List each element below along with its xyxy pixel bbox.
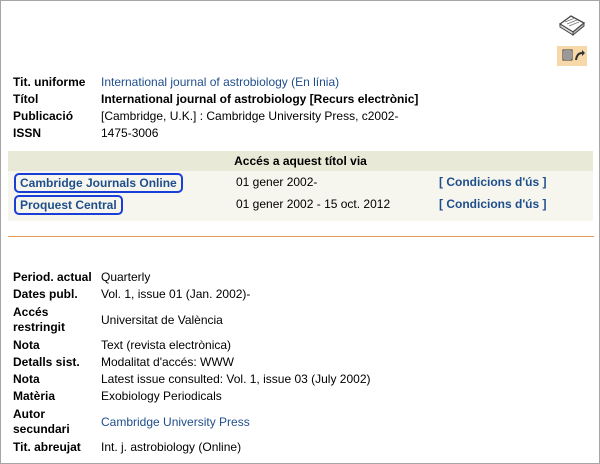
record-title: International journal of astrobiology [R…	[101, 92, 419, 106]
access-date: 01 gener 2002-	[236, 175, 318, 189]
record-details: Period. actual Quarterly Dates publ. Vol…	[13, 269, 371, 456]
book-icon[interactable]	[557, 10, 587, 38]
detail-label-line: Accés	[13, 305, 49, 319]
detail-label: Period. actual	[13, 270, 92, 284]
uniform-title-link[interactable]: International journal of astrobiology (E…	[101, 74, 339, 91]
access-row: Proquest Central 01 gener 2002 - 15 oct.…	[8, 193, 593, 215]
detail-label: Nota	[13, 338, 40, 352]
access-row: Cambridge Journals Online 01 gener 2002-…	[8, 171, 593, 193]
detail-value: Latest issue consulted: Vol. 1, issue 03…	[101, 372, 371, 386]
record-label: Títol	[13, 92, 39, 106]
author-link[interactable]: Cambridge University Press	[101, 415, 250, 430]
detail-label: Autor secundari	[13, 407, 101, 437]
detail-label: Dates publ.	[13, 287, 78, 301]
detail-value: Universitat de València	[101, 312, 223, 327]
record-row: Tit. uniforme International journal of a…	[13, 74, 418, 91]
record-summary: Tit. uniforme International journal of a…	[13, 74, 418, 142]
detail-label-line: restringit	[13, 320, 66, 334]
detail-value: Quarterly	[101, 270, 151, 284]
access-date: 01 gener 2002 - 15 oct. 2012	[236, 197, 391, 211]
record-label: Tit. uniforme	[13, 75, 86, 89]
detail-label-line: Autor	[13, 407, 45, 421]
detail-label: Detalls sist.	[13, 355, 80, 369]
detail-value: Int. j. astrobiology (Online)	[101, 440, 242, 454]
detail-row: Period. actual Quarterly	[13, 269, 371, 286]
detail-row: Autor secundari Cambridge University Pre…	[13, 405, 371, 439]
access-link-proquest[interactable]: Proquest Central	[14, 195, 123, 215]
detail-value: Text (revista electrònica)	[101, 338, 232, 352]
record-label: ISSN	[13, 126, 42, 140]
access-link-cambridge[interactable]: Cambridge Journals Online	[14, 173, 183, 193]
detail-row: Nota Text (revista electrònica)	[13, 337, 371, 354]
detail-row: Dates publ. Vol. 1, issue 01 (Jan. 2002)…	[13, 286, 371, 303]
detail-value: Exobiology Periodicals	[101, 389, 222, 403]
access-panel-title: Accés a aquest títol via	[8, 151, 593, 171]
record-issn: 1475-3006	[101, 126, 159, 140]
record-row: Títol International journal of astrobiol…	[13, 91, 418, 108]
record-label: Publicació	[13, 109, 74, 123]
conditions-link[interactable]: [ Condicions d'ús ]	[439, 197, 547, 211]
detail-row: Detalls sist. Modalitat d'accés: WWW	[13, 354, 371, 371]
detail-row: Tit. abreujat Int. j. astrobiology (Onli…	[13, 439, 371, 456]
catalog-record-frame: Tit. uniforme International journal of a…	[0, 0, 600, 464]
conditions-link[interactable]: [ Condicions d'ús ]	[439, 175, 547, 189]
detail-row: Nota Latest issue consulted: Vol. 1, iss…	[13, 371, 371, 388]
detail-label: Matèria	[13, 389, 56, 403]
detail-label: Nota	[13, 372, 40, 386]
record-publication: [Cambridge, U.K.] : Cambridge University…	[101, 109, 399, 123]
detail-row: Accés restringit Universitat de València	[13, 303, 371, 337]
detail-label: Tit. abreujat	[13, 440, 81, 454]
access-panel: Accés a aquest títol via Cambridge Journ…	[8, 151, 593, 221]
tools-icon[interactable]	[557, 46, 587, 66]
detail-value: Modalitat d'accés: WWW	[101, 355, 234, 369]
section-divider	[8, 236, 594, 237]
detail-label: Accés restringit	[13, 305, 101, 335]
record-row: Publicació [Cambridge, U.K.] : Cambridge…	[13, 108, 418, 125]
record-row: ISSN 1475-3006	[13, 125, 418, 142]
detail-value: Vol. 1, issue 01 (Jan. 2002)-	[101, 287, 251, 301]
detail-row: Matèria Exobiology Periodicals	[13, 388, 371, 405]
detail-label-line: secundari	[13, 422, 70, 436]
